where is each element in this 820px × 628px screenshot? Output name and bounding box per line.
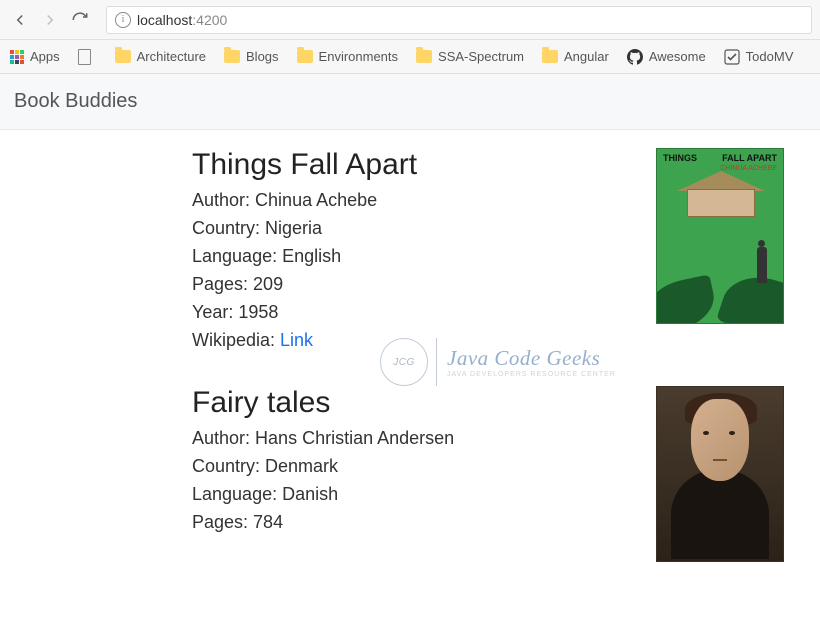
folder-icon (224, 50, 240, 63)
bookmark-label: TodoMV (746, 49, 794, 64)
bookmark-label: Blogs (246, 49, 279, 64)
book-info: Things Fall Apart Author: Chinua Achebe … (192, 148, 417, 358)
book-title: Things Fall Apart (192, 148, 417, 182)
apps-button[interactable]: Apps (10, 49, 60, 64)
book-pages: Pages: 209 (192, 274, 417, 295)
bookmarks-bar: Apps Architecture Blogs Environments SSA… (0, 40, 820, 74)
url-host: localhost (137, 12, 192, 28)
apps-label: Apps (30, 49, 60, 64)
address-bar[interactable]: i localhost:4200 (106, 6, 812, 34)
doc-icon (78, 49, 91, 65)
bookmark-label: Environments (319, 49, 398, 64)
checkbox-icon (724, 49, 740, 65)
book-author: Author: Chinua Achebe (192, 190, 417, 211)
forward-button[interactable] (38, 8, 62, 32)
url-port: :4200 (192, 12, 227, 28)
bookmark-ssa-spectrum[interactable]: SSA-Spectrum (416, 49, 524, 64)
book-cover-image: THINGSFALL APART CHINUA ACHEBE (656, 148, 784, 324)
book-pages: Pages: 784 (192, 512, 454, 533)
book-item: Things Fall Apart Author: Chinua Achebe … (0, 148, 820, 386)
reload-button[interactable] (68, 8, 92, 32)
apps-icon (10, 50, 24, 64)
bookmark-blogs[interactable]: Blogs (224, 49, 279, 64)
browser-toolbar: i localhost:4200 (0, 0, 820, 40)
book-language: Language: Danish (192, 484, 454, 505)
folder-icon (542, 50, 558, 63)
wikipedia-link[interactable]: Link (280, 330, 313, 350)
bookmark-label: Architecture (137, 49, 206, 64)
folder-icon (115, 50, 131, 63)
bookmark-label: Angular (564, 49, 609, 64)
site-info-icon[interactable]: i (115, 12, 131, 28)
book-author: Author: Hans Christian Andersen (192, 428, 454, 449)
book-title: Fairy tales (192, 386, 454, 420)
book-list: Things Fall Apart Author: Chinua Achebe … (0, 130, 820, 590)
bookmark-angular[interactable]: Angular (542, 49, 609, 64)
book-info: Fairy tales Author: Hans Christian Ander… (192, 386, 454, 562)
page-title: Book Buddies (0, 74, 820, 130)
folder-icon (297, 50, 313, 63)
folder-icon (416, 50, 432, 63)
bookmark-awesome[interactable]: Awesome (627, 49, 706, 65)
book-language: Language: English (192, 246, 417, 267)
book-cover-image (656, 386, 784, 562)
back-button[interactable] (8, 8, 32, 32)
book-year: Year: 1958 (192, 302, 417, 323)
book-country: Country: Nigeria (192, 218, 417, 239)
bookmark-todomvc[interactable]: TodoMV (724, 49, 794, 65)
book-country: Country: Denmark (192, 456, 454, 477)
bookmark-environments[interactable]: Environments (297, 49, 398, 64)
bookmark-architecture[interactable]: Architecture (115, 49, 206, 64)
book-wikipedia: Wikipedia: Link (192, 330, 417, 351)
book-item: Fairy tales Author: Hans Christian Ander… (0, 386, 820, 590)
github-icon (627, 49, 643, 65)
bookmark-label: Awesome (649, 49, 706, 64)
bookmark-doc[interactable] (78, 49, 97, 65)
bookmark-label: SSA-Spectrum (438, 49, 524, 64)
